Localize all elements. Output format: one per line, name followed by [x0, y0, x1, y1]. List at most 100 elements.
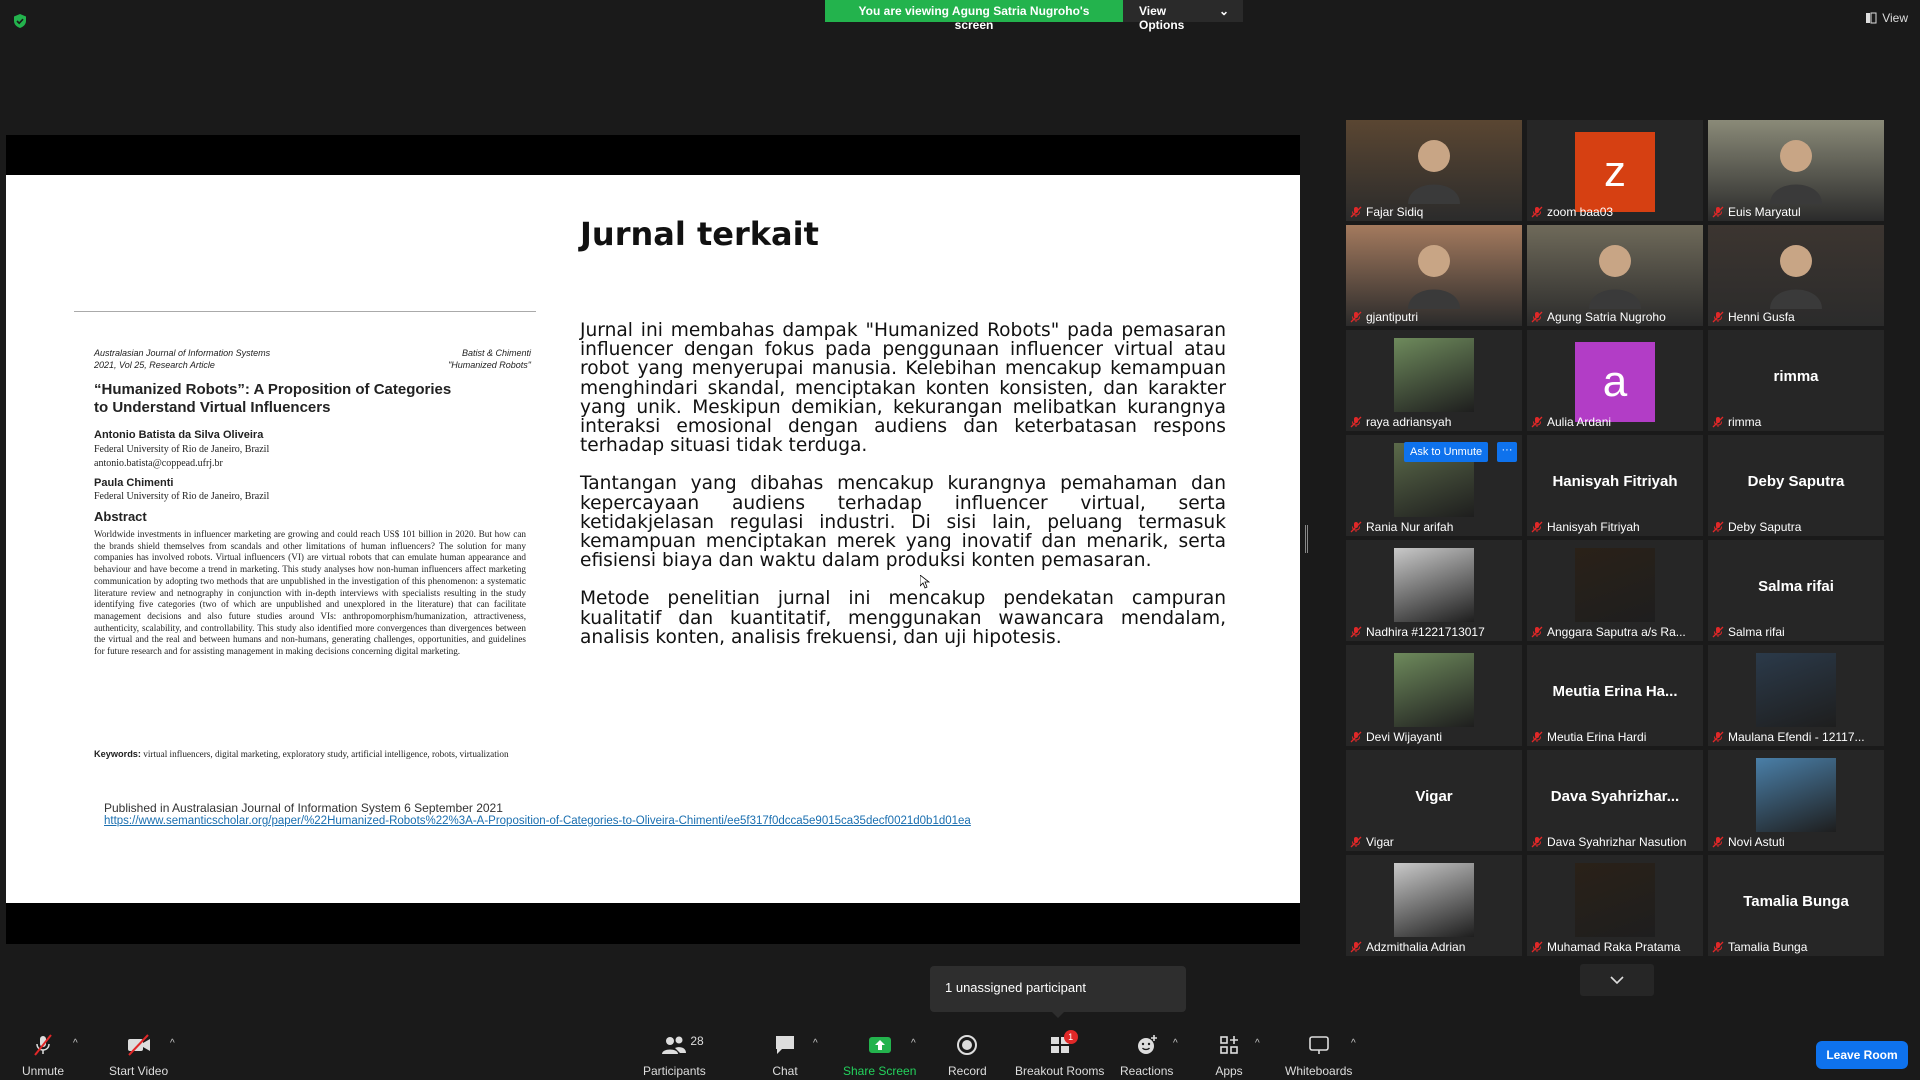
participant-silhouette [1770, 140, 1822, 204]
participant-name: Meutia Erina Hardi [1547, 730, 1647, 744]
participant-avatar [1575, 863, 1655, 937]
leave-room-button[interactable]: Leave Room [1816, 1041, 1908, 1069]
share-screen-label: Share Screen [843, 1064, 917, 1078]
view-options-button[interactable]: View Options ⌄ [1123, 0, 1243, 32]
participant-name: Agung Satria Nugroho [1547, 310, 1666, 324]
participant-name-row: Agung Satria Nugroho [1527, 308, 1666, 326]
participant-tile[interactable]: Agung Satria Nugroho [1527, 225, 1703, 326]
participant-tile[interactable]: Euis Maryatul [1708, 120, 1884, 221]
breakout-rooms-button[interactable]: 1 Breakout Rooms [1015, 1030, 1105, 1078]
chat-options-caret[interactable]: ^ [813, 1038, 818, 1049]
view-button[interactable]: View [1865, 11, 1908, 25]
microphone-muted-icon [1531, 311, 1543, 323]
shield-check-icon[interactable] [12, 13, 28, 29]
paper-affiliation: Federal University of Rio de Janeiro, Br… [94, 443, 269, 471]
participant-name-row: Vigar [1346, 833, 1394, 851]
reactions-button[interactable]: Reactions [1120, 1032, 1173, 1078]
video-options-caret[interactable]: ^ [170, 1038, 175, 1049]
participant-name: Nadhira #1221713017 [1366, 625, 1485, 639]
participant-name: Salma rifai [1728, 625, 1785, 639]
breakout-badge: 1 [1063, 1030, 1078, 1044]
participant-tile[interactable]: Meutia Erina Ha... Meutia Erina Hardi [1527, 645, 1703, 746]
microphone-muted-icon [1712, 521, 1724, 533]
whiteboards-button[interactable]: Whiteboards [1285, 1032, 1352, 1078]
participant-name-row: Fajar Sidiq [1346, 203, 1423, 221]
slide-body: Jurnal ini membahas dampak "Humanized Ro… [580, 321, 1226, 666]
record-button[interactable]: Record [948, 1032, 987, 1078]
ask-to-unmute-button[interactable]: Ask to Unmute [1404, 442, 1489, 462]
participant-tile[interactable]: Vigar Vigar [1346, 750, 1522, 851]
participant-tile[interactable]: Deby Saputra Deby Saputra [1708, 435, 1884, 536]
microphone-muted-icon [1531, 731, 1543, 743]
microphone-muted-icon [1531, 836, 1543, 848]
paper-keywords-text: virtual influencers, digital marketing, … [143, 749, 509, 759]
paper-affiliation: Federal University of Rio de Janeiro, Br… [94, 491, 270, 502]
whiteboards-options-caret[interactable]: ^ [1351, 1038, 1356, 1049]
breakout-rooms-label: Breakout Rooms [1015, 1064, 1105, 1078]
paper-link[interactable]: https://www.semanticscholar.org/paper/%2… [104, 815, 971, 827]
unmute-button[interactable]: Unmute [22, 1032, 64, 1078]
slide-paragraph: Metode penelitian jurnal ini mencakup pe… [580, 588, 1226, 648]
participant-name-row: Adzmithalia Adrian [1346, 938, 1465, 956]
participant-name-row: gjantiputri [1346, 308, 1418, 326]
reactions-options-caret[interactable]: ^ [1173, 1038, 1178, 1049]
breakout-rooms-icon: 1 [1046, 1030, 1078, 1058]
participant-name-row: Anggara Saputra a/s Ra... [1527, 623, 1686, 641]
participant-tile[interactable]: z zoom baa03 [1527, 120, 1703, 221]
unassigned-participant-toast: 1 unassigned participant [930, 966, 1186, 1012]
participant-tile[interactable]: Anggara Saputra a/s Ra... [1527, 540, 1703, 641]
participants-button[interactable]: 28 Participants [643, 1032, 706, 1078]
participant-tile[interactable]: Devi Wijayanti [1346, 645, 1522, 746]
share-screen-icon [866, 1032, 894, 1058]
paper-author: Paula Chimenti [94, 477, 174, 489]
participant-name: zoom baa03 [1547, 205, 1614, 219]
participant-display-name: Hanisyah Fitriyah [1552, 473, 1678, 490]
participant-tile[interactable]: Adzmithalia Adrian [1346, 855, 1522, 956]
participant-tile[interactable]: Tamalia Bunga Tamalia Bunga [1708, 855, 1884, 956]
participant-name: Deby Saputra [1728, 520, 1802, 534]
participant-avatar [1394, 653, 1474, 727]
participant-avatar [1394, 338, 1474, 412]
participant-tile[interactable]: rimma rimma [1708, 330, 1884, 431]
participant-name-row: Maulana Efendi - 12117... [1708, 728, 1865, 746]
participant-tile[interactable]: raya adriansyah [1346, 330, 1522, 431]
participant-avatar: z [1575, 132, 1655, 212]
view-options-label: View Options [1139, 4, 1185, 32]
audio-options-caret[interactable]: ^ [73, 1038, 78, 1049]
divider [74, 311, 536, 312]
participant-name: Aulia Ardani [1547, 415, 1612, 429]
participant-tile[interactable]: Salma rifai Salma rifai [1708, 540, 1884, 641]
participant-tile[interactable]: a Aulia Ardani [1527, 330, 1703, 431]
share-options-caret[interactable]: ^ [911, 1038, 916, 1049]
chat-button[interactable]: Chat [771, 1032, 799, 1078]
participant-tile[interactable]: Novi Astuti [1708, 750, 1884, 851]
chat-icon [771, 1032, 799, 1058]
participant-tile[interactable]: Fajar Sidiq [1346, 120, 1522, 221]
shared-screen[interactable]: Jurnal terkait Australasian Journal of I… [6, 135, 1300, 944]
panel-splitter[interactable] [1305, 525, 1308, 553]
participant-name: Anggara Saputra a/s Ra... [1547, 625, 1686, 639]
participants-label: Participants [643, 1064, 706, 1078]
microphone-muted-icon [1712, 731, 1724, 743]
apps-options-caret[interactable]: ^ [1255, 1038, 1260, 1049]
toast-pointer [1052, 1012, 1064, 1018]
participant-tile[interactable]: Dava Syahrizhar... Dava Syahrizhar Nasuti… [1527, 750, 1703, 851]
participant-display-name: Salma rifai [1758, 578, 1834, 595]
apps-button[interactable]: Apps [1215, 1032, 1243, 1078]
video-off-icon [125, 1032, 153, 1058]
participant-name: Dava Syahrizhar Nasution [1547, 835, 1687, 849]
participant-tile[interactable]: Muhamad Raka Pratama [1527, 855, 1703, 956]
participant-tile[interactable]: Henni Gusfa [1708, 225, 1884, 326]
gallery-next-page-button[interactable] [1580, 964, 1654, 996]
participant-tile[interactable]: Hanisyah Fitriyah Hanisyah Fitriyah [1527, 435, 1703, 536]
participant-tile[interactable]: Maulana Efendi - 12117... [1708, 645, 1884, 746]
start-video-button[interactable]: Start Video [109, 1032, 168, 1078]
share-screen-button[interactable]: Share Screen [843, 1032, 916, 1078]
more-options-button[interactable]: ··· [1497, 442, 1517, 462]
microphone-muted-icon [1350, 941, 1362, 953]
slide-paragraph: Jurnal ini membahas dampak "Humanized Ro… [580, 320, 1226, 457]
chevron-down-icon [1610, 976, 1624, 984]
participant-tile[interactable]: Nadhira #1221713017 [1346, 540, 1522, 641]
slide-title: Jurnal terkait [580, 215, 819, 253]
participant-tile[interactable]: gjantiputri [1346, 225, 1522, 326]
